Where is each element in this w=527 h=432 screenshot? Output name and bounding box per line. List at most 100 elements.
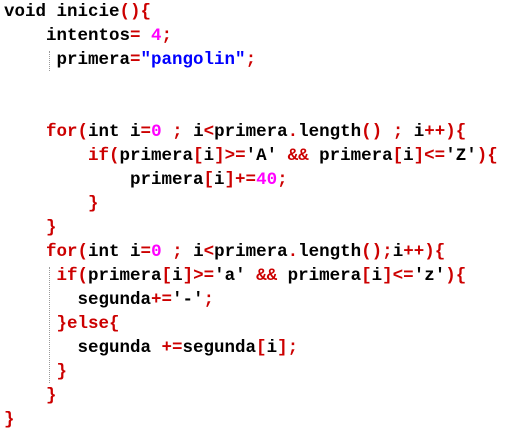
code-token-text: i <box>172 266 183 286</box>
code-token-number: 4 <box>151 26 162 46</box>
code-token-text: 'z' <box>413 266 446 286</box>
code-token-symbol: = <box>140 242 152 262</box>
code-token-symbol: } <box>88 194 99 214</box>
code-line[interactable]: if(primera[i]>='A' && primera[i]<='Z'){ <box>88 144 498 168</box>
code-token-symbol: ]<= <box>382 266 414 286</box>
code-token-text: void inicie <box>4 2 120 22</box>
code-token-symbol: < <box>203 122 215 142</box>
code-token-text: 'a' <box>214 266 246 286</box>
code-token-symbol: = <box>140 122 152 142</box>
code-token-string: "pangolin" <box>140 50 246 70</box>
code-token-symbol: ++){ <box>424 122 467 142</box>
code-token-symbol: for <box>46 242 78 262</box>
code-token-symbol: [ <box>392 146 404 166</box>
code-token-symbol: ]<= <box>413 146 446 166</box>
code-token-text: i <box>413 122 425 142</box>
code-token-text: int i <box>88 122 141 142</box>
code-token-symbol: ]+= <box>224 170 257 190</box>
code-token-symbol: (); <box>361 242 393 262</box>
code-token-symbol: += <box>151 290 173 310</box>
code-token-symbol: ; <box>161 242 194 262</box>
code-line[interactable]: } <box>46 384 57 408</box>
code-token-number: 0 <box>151 242 162 262</box>
code-token-symbol: ++){ <box>403 242 446 262</box>
code-line[interactable]: segunda+='-'; <box>78 288 215 312</box>
code-token-text: primera <box>319 146 393 166</box>
code-token-text: primera <box>56 50 131 70</box>
code-line[interactable]: } <box>57 360 68 384</box>
code-token-text: segunda <box>182 338 257 358</box>
code-token-text: length <box>298 122 362 142</box>
code-token-text: primera <box>88 266 162 286</box>
code-line[interactable]: if(primera[i]>='a' && primera[i]<='z'){ <box>57 264 467 288</box>
code-token-symbol: && <box>245 266 288 286</box>
code-token-symbol: [ <box>193 146 204 166</box>
code-line[interactable]: void inicie(){ <box>4 0 151 24</box>
code-token-text: i <box>193 242 204 262</box>
code-token-text: primera <box>130 170 204 190</box>
code-line[interactable]: primera="pangolin"; <box>57 48 257 72</box>
code-token-text: '-' <box>172 290 204 310</box>
code-token-symbol: ){ <box>476 146 498 166</box>
code-token-symbol: ( <box>77 122 89 142</box>
code-token-text: primera <box>214 122 288 142</box>
code-token-text: length <box>298 242 362 262</box>
indent-guide <box>49 51 50 71</box>
code-line[interactable]: for(int i=0 ; i<primera.length() ; i++){ <box>46 120 466 144</box>
code-token-text: segunda <box>77 338 162 358</box>
code-token-text: primera <box>287 266 362 286</box>
code-token-symbol: . <box>287 122 299 142</box>
code-token-symbol: } <box>4 410 15 430</box>
code-token-symbol: [ <box>161 266 173 286</box>
code-token-symbol: += <box>161 338 183 358</box>
code-token-symbol: } <box>46 218 57 238</box>
code-token-symbol: } <box>56 362 68 382</box>
code-line[interactable]: for(int i=0 ; i<primera.length();i++){ <box>46 240 445 264</box>
code-token-text: i <box>193 122 204 142</box>
code-token-symbol: ; <box>382 122 414 142</box>
code-token-symbol: for <box>46 122 78 142</box>
code-line[interactable]: } <box>4 408 15 432</box>
code-line[interactable]: } <box>46 216 57 240</box>
code-token-symbol: [ <box>361 266 372 286</box>
code-line[interactable]: primera[i]+=40; <box>130 168 288 192</box>
code-token-symbol: ; <box>161 26 173 46</box>
code-line[interactable]: } <box>88 192 99 216</box>
code-token-symbol: ; <box>203 290 215 310</box>
code-token-symbol: ( <box>77 266 89 286</box>
code-token-text: int i <box>88 242 141 262</box>
code-token-text: 'Z' <box>445 146 477 166</box>
code-line[interactable]: segunda +=segunda[i]; <box>78 336 299 360</box>
code-token-text: primera <box>119 146 194 166</box>
code-token-symbol: ( <box>109 146 120 166</box>
code-token-symbol: ]>= <box>182 266 215 286</box>
code-token-symbol: = <box>130 50 141 70</box>
code-token-symbol: [ <box>256 338 267 358</box>
code-token-text: intentos <box>46 26 131 46</box>
code-token-symbol: } <box>46 386 57 406</box>
code-token-text: i <box>392 242 404 262</box>
code-token-text: i <box>214 170 225 190</box>
code-token-number: 40 <box>256 170 278 190</box>
code-token-symbol: [ <box>203 170 215 190</box>
code-token-symbol: ; <box>277 170 288 190</box>
code-token-number: 0 <box>151 122 162 142</box>
code-line[interactable]: }else{ <box>57 312 120 336</box>
code-token-symbol: (){ <box>119 2 152 22</box>
code-token-symbol: if <box>88 146 110 166</box>
code-token-symbol: ){ <box>445 266 467 286</box>
code-token-text: segunda <box>77 290 152 310</box>
code-token-text: i <box>403 146 414 166</box>
code-token-symbol: = <box>130 26 152 46</box>
code-token-symbol: . <box>287 242 299 262</box>
indent-guide <box>49 267 50 383</box>
code-token-text: i <box>266 338 278 358</box>
code-token-symbol: < <box>203 242 215 262</box>
code-token-symbol: () <box>361 122 383 142</box>
code-line[interactable]: intentos= 4; <box>46 24 172 48</box>
code-token-symbol: && <box>277 146 320 166</box>
code-token-symbol: }else{ <box>56 314 120 334</box>
code-token-symbol: ]; <box>277 338 299 358</box>
code-token-text: 'A' <box>245 146 278 166</box>
code-editor[interactable]: void inicie(){intentos= 4; primera="pango… <box>0 0 527 430</box>
